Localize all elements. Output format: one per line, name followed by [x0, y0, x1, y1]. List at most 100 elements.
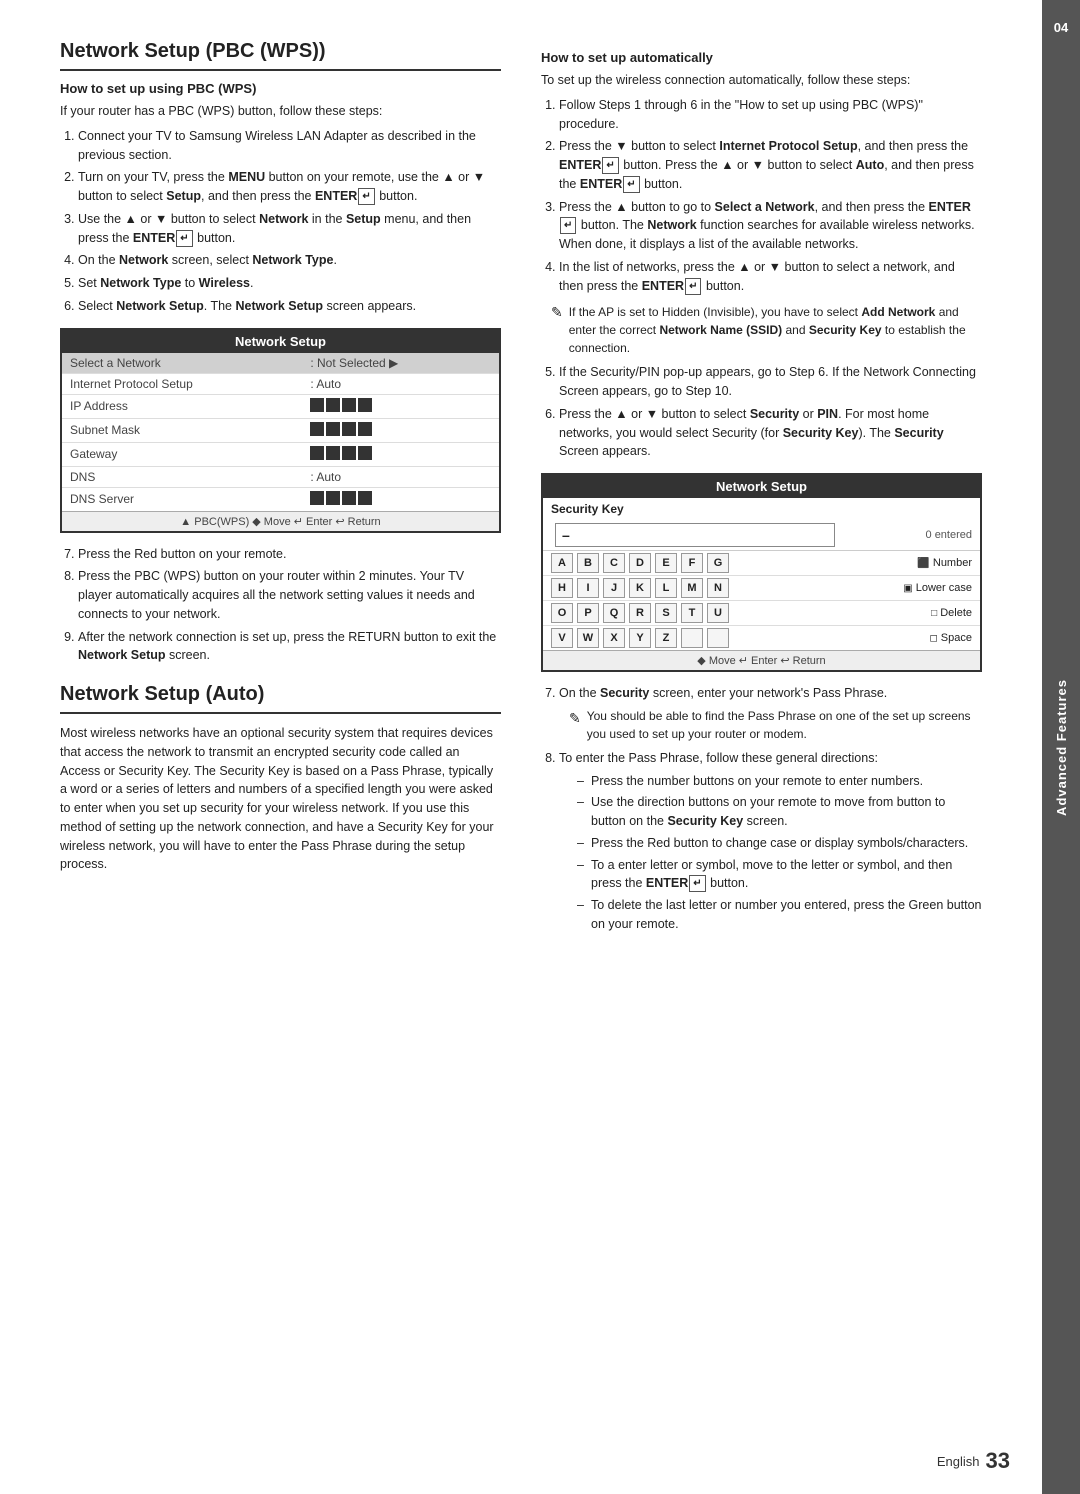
- list-item: Turn on your TV, press the MENU button o…: [78, 168, 501, 206]
- pbc-steps-list: Connect your TV to Samsung Wireless LAN …: [78, 127, 501, 316]
- list-item: Use the ▲ or ▼ button to select Network …: [78, 210, 501, 248]
- page-footer: English 33: [937, 1448, 1010, 1474]
- auto-steps-cont-list: If the Security/PIN pop-up appears, go t…: [559, 363, 982, 461]
- table-cell-label: Select a Network: [62, 353, 302, 374]
- key-N[interactable]: N: [707, 578, 729, 598]
- list-item: Press the ▲ button to go to Select a Net…: [559, 198, 982, 254]
- pbc-heading: How to set up using PBC (WPS): [60, 81, 501, 96]
- table-row: A B C D E F G ⬛ Number: [543, 551, 980, 576]
- key-J[interactable]: J: [603, 578, 625, 598]
- table-row: Gateway: [62, 442, 499, 466]
- table-row: Internet Protocol Setup : Auto: [62, 373, 499, 394]
- key-M[interactable]: M: [681, 578, 703, 598]
- ip-blocks: [310, 398, 372, 412]
- table-row: Select a Network : Not Selected ▶: [62, 353, 499, 374]
- key-action-lowercase: ▣ Lower case: [847, 576, 980, 601]
- list-item: Use the direction buttons on your remote…: [577, 793, 982, 831]
- security-key-footer: ◆ Move ↵ Enter ↩ Return: [543, 650, 980, 670]
- table-cell-value: [302, 418, 499, 442]
- key-G[interactable]: G: [707, 553, 729, 573]
- auto-steps-list: Follow Steps 1 through 6 in the "How to …: [559, 96, 982, 296]
- network-setup-footer: ▲ PBC(WPS) ◆ Move ↵ Enter ↩ Return: [62, 511, 499, 531]
- table-row: DNS : Auto: [62, 466, 499, 487]
- network-setup-table: Select a Network : Not Selected ▶ Intern…: [62, 353, 499, 511]
- key-action-space: ◻ Space: [847, 626, 980, 651]
- network-setup-box: Network Setup Select a Network : Not Sel…: [60, 328, 501, 533]
- key-Y[interactable]: Y: [629, 628, 651, 648]
- table-row: Security Key: [543, 498, 980, 520]
- key-T[interactable]: T: [681, 603, 703, 623]
- table-row: V W X Y Z ◻ Space: [543, 626, 980, 651]
- key-S[interactable]: S: [655, 603, 677, 623]
- table-cell: H I J K L M N: [543, 576, 847, 601]
- security-key-table: Security Key –: [543, 498, 980, 650]
- list-item: Press the PBC (WPS) button on your route…: [78, 567, 501, 623]
- note-text: If the AP is set to Hidden (Invisible), …: [569, 303, 982, 357]
- key-Z[interactable]: Z: [655, 628, 677, 648]
- table-row: DNS Server: [62, 487, 499, 511]
- key-Q[interactable]: Q: [603, 603, 625, 623]
- key-W[interactable]: W: [577, 628, 599, 648]
- letter-row-3: O P Q R S T U: [551, 603, 839, 623]
- key-K[interactable]: K: [629, 578, 651, 598]
- right-column: How to set up automatically To set up th…: [541, 40, 982, 942]
- key-D[interactable]: D: [629, 553, 651, 573]
- key-P[interactable]: P: [577, 603, 599, 623]
- key-A[interactable]: A: [551, 553, 573, 573]
- key-C[interactable]: C: [603, 553, 625, 573]
- pbc-intro: If your router has a PBC (WPS) button, f…: [60, 102, 501, 121]
- key-input-area: –: [555, 523, 835, 547]
- auto-title: Network Setup (Auto): [60, 683, 501, 714]
- subnet-blocks: [310, 422, 372, 436]
- gateway-blocks: [310, 446, 372, 460]
- list-item: To enter the Pass Phrase, follow these g…: [559, 749, 982, 934]
- list-item: To a enter letter or symbol, move to the…: [577, 856, 982, 894]
- note-pass: ✎ You should be able to find the Pass Ph…: [569, 707, 982, 743]
- pbc-title: Network Setup (PBC (WPS)): [60, 40, 501, 71]
- key-R[interactable]: R: [629, 603, 651, 623]
- key-O[interactable]: O: [551, 603, 573, 623]
- page-number: 33: [986, 1448, 1010, 1474]
- table-cell-label: Subnet Mask: [62, 418, 302, 442]
- table-cell-value: : Not Selected ▶: [302, 353, 499, 374]
- list-item: Press the Red button on your remote.: [78, 545, 501, 564]
- key-X[interactable]: X: [603, 628, 625, 648]
- list-item: To delete the last letter or number you …: [577, 896, 982, 934]
- left-column: Network Setup (PBC (WPS)) How to set up …: [60, 40, 501, 942]
- key-U[interactable]: U: [707, 603, 729, 623]
- table-row: IP Address: [62, 394, 499, 418]
- key-E[interactable]: E: [655, 553, 677, 573]
- key-action-delete: □ Delete: [847, 601, 980, 626]
- key-V[interactable]: V: [551, 628, 573, 648]
- list-item: Set Network Type to Wireless.: [78, 274, 501, 293]
- table-cell-label: Internet Protocol Setup: [62, 373, 302, 394]
- auto-heading: How to set up automatically: [541, 50, 982, 65]
- list-item: Press the ▼ button to select Internet Pr…: [559, 137, 982, 193]
- list-item: Press the ▲ or ▼ button to select Securi…: [559, 405, 982, 461]
- key-blank2[interactable]: [707, 628, 729, 648]
- list-item: Select Network Setup. The Network Setup …: [78, 297, 501, 316]
- key-B[interactable]: B: [577, 553, 599, 573]
- auto-intro-right: To set up the wireless connection automa…: [541, 71, 982, 90]
- key-I[interactable]: I: [577, 578, 599, 598]
- table-cell: 0 entered: [847, 520, 980, 551]
- key-blank1[interactable]: [681, 628, 703, 648]
- table-row: H I J K L M N ▣ Lower case: [543, 576, 980, 601]
- list-item: Press the Red button to change case or d…: [577, 834, 982, 853]
- security-box-title: Network Setup: [543, 475, 980, 498]
- table-cell: Security Key: [543, 498, 980, 520]
- table-cell-label: Gateway: [62, 442, 302, 466]
- key-action-number: ⬛ Number: [847, 551, 980, 576]
- list-item: On the Security screen, enter your netwo…: [559, 684, 982, 743]
- list-item: Press the number buttons on your remote …: [577, 772, 982, 791]
- table-cell: A B C D E F G: [543, 551, 847, 576]
- table-cell-label: IP Address: [62, 394, 302, 418]
- key-L[interactable]: L: [655, 578, 677, 598]
- table-cell: V W X Y Z: [543, 626, 847, 651]
- key-F[interactable]: F: [681, 553, 703, 573]
- key-H[interactable]: H: [551, 578, 573, 598]
- list-item: Connect your TV to Samsung Wireless LAN …: [78, 127, 501, 165]
- table-cell: –: [543, 520, 847, 551]
- list-item: On the Network screen, select Network Ty…: [78, 251, 501, 270]
- table-cell-value: : Auto: [302, 466, 499, 487]
